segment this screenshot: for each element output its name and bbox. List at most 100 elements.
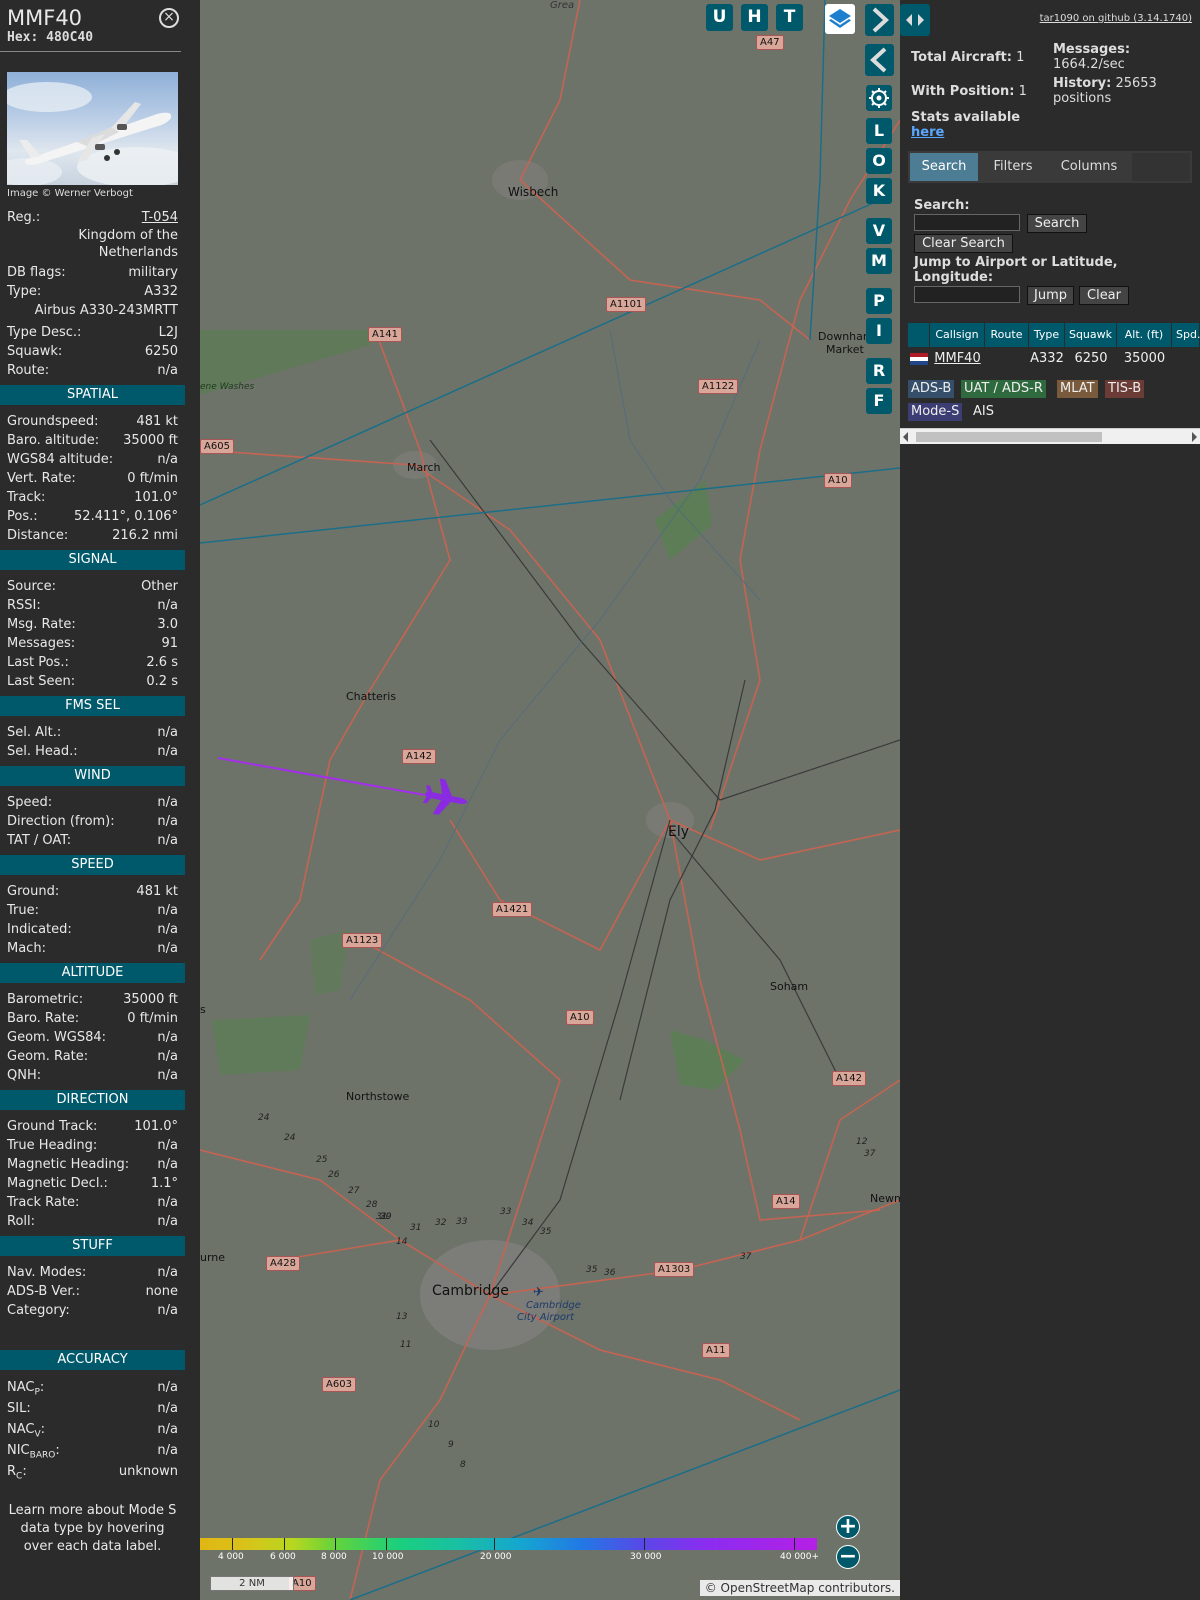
chip-mlat[interactable]: MLAT [1057,380,1098,398]
altitude-row: Barometric: 35000 ft [0,990,185,1009]
signal-row: RSSI: n/a [0,596,185,615]
typedesc-label: Type Desc.: [7,325,82,340]
road-shield-a605: A605 [200,439,234,454]
chip-ais[interactable]: AIS [970,403,997,421]
direction-value: 1.1° [150,1176,178,1191]
spatial-value: n/a [157,452,178,467]
chip-adsb[interactable]: ADS-B [908,380,955,398]
type-full-value: Airbus A330-243MRTT [34,303,178,318]
tab-filters[interactable]: Filters [980,153,1046,181]
close-icon[interactable]: × [159,8,179,28]
chip-uat[interactable]: UAT / ADS-R [961,380,1046,398]
col-callsign[interactable]: Callsign [930,323,985,347]
direction-label: Roll: [7,1214,36,1229]
chip-tisb[interactable]: TIS-B [1105,380,1145,398]
map-button-p[interactable]: P [866,288,892,314]
col-type[interactable]: Type [1029,323,1065,347]
stuff-value: n/a [157,1265,178,1280]
map-button-o[interactable]: O [866,148,892,174]
total-aircraft: Total Aircraft: 1 [911,50,1024,65]
clear-search-button[interactable]: Clear Search [914,234,1013,253]
history-value: 25653 [1115,76,1157,91]
road-shield-a1122: A1122 [698,379,739,394]
altitude-row: Baro. Rate: 0 ft/min [0,1009,185,1028]
zoom-out-button[interactable]: − [836,1545,860,1569]
clear-button[interactable]: Clear [1079,286,1129,305]
tab-columns[interactable]: Columns [1048,153,1130,181]
map-attribution[interactable]: © OpenStreetMap contributors. [699,1580,900,1596]
row-callsign[interactable]: MMF40 [930,349,985,369]
spatial-label: Distance: [7,528,69,543]
collapse-left-button[interactable] [865,44,894,76]
direction-label: Ground Track: [7,1119,98,1134]
jump-button[interactable]: Jump [1027,286,1074,305]
map-button-u[interactable]: U [706,4,733,31]
map-button-h[interactable]: H [741,4,768,31]
github-link[interactable]: tar1090 on github (3.14.1740) [1040,13,1192,24]
map-button-i[interactable]: I [866,318,892,344]
junction-number: 12 [856,1137,868,1147]
wind-value: n/a [157,833,178,848]
col-squawk[interactable]: Squawk [1065,323,1117,347]
speed-label: Indicated: [7,922,72,937]
spatial-value: 101.0° [134,490,178,505]
search-input[interactable] [914,214,1020,231]
info-header: MMF40 Hex: 480C40 × [0,0,181,52]
aircraft-marker-icon[interactable] [422,778,470,818]
with-position: With Position: 1 [911,84,1027,99]
layers-button[interactable] [825,4,855,34]
aircraft-photo[interactable] [7,72,178,185]
place-ely: Ely [668,824,690,840]
accuracy-value: unknown [118,1464,178,1479]
speed-list: Ground: 481 kt True: n/a Indicated: n/a Mach: n… [0,882,185,958]
route-value: n/a [157,363,178,378]
row-alt: 35000 [1123,351,1166,366]
map-button-t[interactable]: T [776,4,803,31]
jump-input[interactable] [914,286,1020,303]
map-button-r[interactable]: R [866,358,892,384]
reg-link[interactable]: T-054 [142,208,178,227]
speed-row: Mach: n/a [0,939,185,958]
legend-tick [386,1538,387,1550]
stuff-label: ADS-B Ver.: [7,1284,80,1299]
table-hscrollbar-thumb[interactable] [916,432,1102,442]
fms-row: Sel. Alt.: n/a [0,723,185,742]
road-shield-a10b: A10 [566,1010,594,1025]
direction-label: Track Rate: [7,1195,80,1210]
type-full-row: Airbus A330-243MRTT [0,301,185,320]
junction-number: 24 [284,1133,296,1143]
col-alt[interactable]: Alt. (ft) [1117,323,1172,347]
map-button-m[interactable]: M [866,248,892,274]
colon: : [39,1380,45,1395]
country-value: Kingdom of the Netherlands [78,228,178,260]
map-button-k[interactable]: K [866,178,892,204]
spatial-label: Vert. Rate: [7,471,76,486]
settings-button[interactable] [866,85,892,111]
map-canvas[interactable]: Wisbech Downham Market March Chatteris E… [200,0,900,1600]
collapse-right-button[interactable] [865,4,894,36]
junction-number: 31 [376,1212,388,1222]
chip-modes[interactable]: Mode-S [908,403,963,421]
zoom-in-button[interactable]: + [836,1515,860,1539]
map-button-v[interactable]: V [866,218,892,244]
table-hscrollbar[interactable] [900,428,1200,444]
expand-toggle-button[interactable] [900,4,930,36]
tab-search[interactable]: Search [910,153,978,181]
search-label: Search: [914,198,970,213]
altitude-row: QNH: n/a [0,1066,185,1085]
junction-number: 37 [864,1149,876,1159]
col-route[interactable]: Route [985,323,1029,347]
stats-link[interactable]: here [911,125,944,140]
tab-empty [1132,153,1190,181]
map-button-f[interactable]: F [866,388,892,414]
altitude-value: n/a [157,1068,178,1083]
search-button[interactable]: Search [1027,214,1087,233]
fms-label: Sel. Head.: [7,744,78,759]
direction-list: Ground Track: 101.0° True Heading: n/a Magne… [0,1117,185,1231]
map-button-l[interactable]: L [866,118,892,144]
junction-number: 35 [540,1227,552,1237]
col-speed[interactable]: Spd. [1172,323,1200,347]
expand-arrows-icon [906,14,924,26]
place-march: March [407,461,441,474]
signal-label: Last Seen: [7,674,76,689]
